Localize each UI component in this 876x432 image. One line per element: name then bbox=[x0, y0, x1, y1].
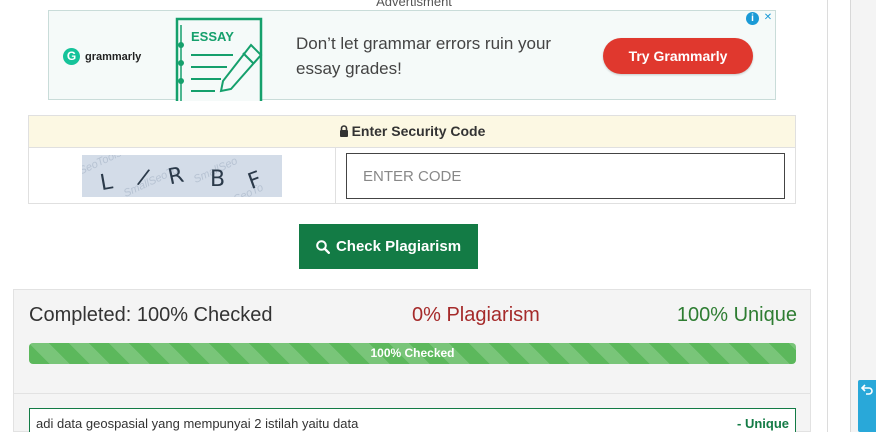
check-plagiarism-label: Check Plagiarism bbox=[335, 238, 462, 255]
security-code-header: Enter Security Code bbox=[29, 116, 795, 148]
results-divider bbox=[14, 393, 810, 394]
sentence-text: adi data geospasial yang mempunyai 2 ist… bbox=[36, 416, 359, 431]
completed-status: Completed: 100% Checked bbox=[29, 304, 273, 326]
security-code-heading: Enter Security Code bbox=[351, 123, 486, 139]
grammarly-logo-icon: G bbox=[63, 48, 80, 65]
security-code-panel: Enter Security Code SeoTools SmallSeoTo … bbox=[28, 115, 796, 204]
info-icon[interactable]: i bbox=[746, 12, 759, 25]
captcha-image: SeoTools SmallSeoTo SmallSeo SeoTo L / R… bbox=[82, 155, 282, 197]
back-to-top-button[interactable] bbox=[858, 380, 876, 432]
svg-text:B: B bbox=[210, 167, 225, 192]
progress-bar-fill: 100% Checked bbox=[29, 343, 796, 364]
list-item[interactable]: adi data geospasial yang mempunyai 2 ist… bbox=[29, 408, 796, 432]
plagiarism-percentage: 0% Plagiarism bbox=[412, 304, 540, 326]
sentence-status: - Unique bbox=[737, 416, 789, 431]
page-gutter bbox=[828, 0, 850, 432]
right-panel-edge bbox=[850, 0, 876, 432]
grammarly-brand-name: grammarly bbox=[85, 50, 142, 63]
try-grammarly-button[interactable]: Try Grammarly bbox=[603, 38, 753, 74]
progress-bar: 100% Checked bbox=[29, 343, 796, 364]
essay-document-icon: ESSAY bbox=[175, 17, 263, 101]
essay-graphic-word: ESSAY bbox=[191, 29, 234, 44]
close-icon[interactable]: ✕ bbox=[761, 11, 775, 25]
results-summary: Completed: 100% Checked 0% Plagiarism 10… bbox=[29, 304, 797, 328]
ad-label: Advertisment bbox=[376, 0, 452, 9]
security-code-input[interactable] bbox=[346, 153, 785, 199]
lock-icon bbox=[339, 125, 348, 137]
ad-message: Don’t let grammar errors ruin your essay… bbox=[296, 34, 552, 78]
back-to-top-icon bbox=[860, 384, 873, 395]
grammarly-logo: G grammarly bbox=[63, 48, 141, 65]
ad-controls: i ✕ bbox=[746, 11, 775, 25]
check-plagiarism-button[interactable]: Check Plagiarism bbox=[299, 224, 478, 269]
unique-percentage: 100% Unique bbox=[676, 304, 797, 326]
search-icon bbox=[316, 239, 330, 254]
main-content: Advertisment i ✕ G grammarly ESSAY Don’t… bbox=[0, 0, 828, 432]
captcha-cell: SeoTools SmallSeoTo SmallSeo SeoTo L / R… bbox=[29, 148, 336, 204]
code-input-cell bbox=[336, 148, 795, 204]
security-code-row: SeoTools SmallSeoTo SmallSeo SeoTo L / R… bbox=[29, 148, 795, 204]
grammarly-ad-banner[interactable]: i ✕ G grammarly ESSAY Don’t let grammar … bbox=[48, 10, 776, 101]
results-panel: Completed: 100% Checked 0% Plagiarism 10… bbox=[13, 289, 811, 432]
